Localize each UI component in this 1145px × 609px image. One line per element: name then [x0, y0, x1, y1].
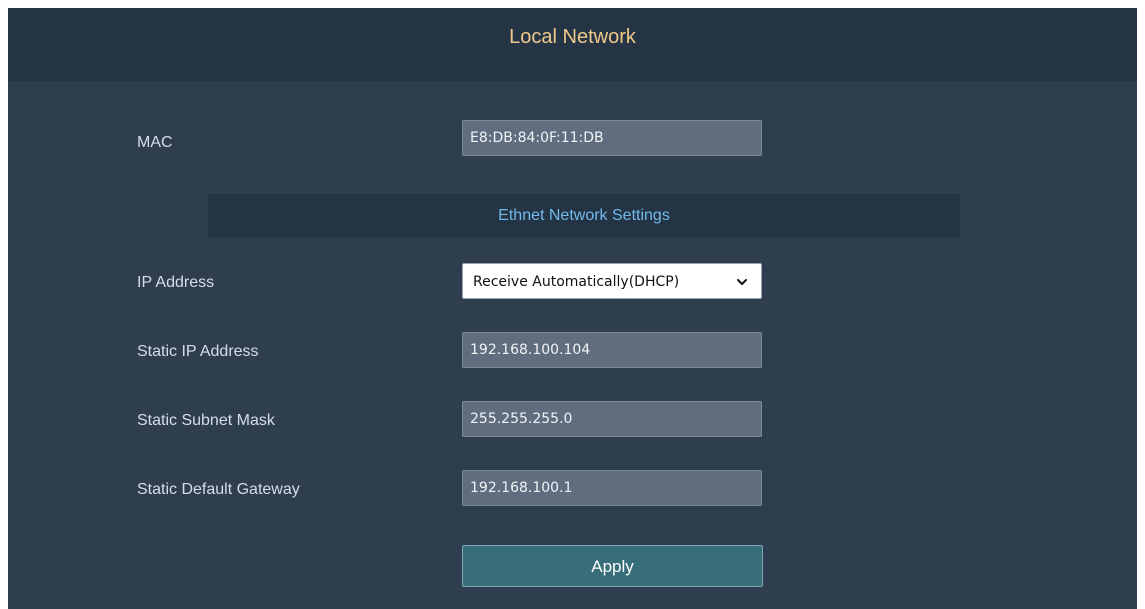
mac-field: E8:DB:84:0F:11:DB: [462, 120, 762, 156]
local-network-panel: Local Network MAC E8:DB:84:0F:11:DB Ethn…: [8, 8, 1137, 609]
ip-address-label: IP Address: [137, 274, 215, 291]
panel-header: Local Network: [8, 8, 1137, 81]
static-ip-address-input[interactable]: [462, 332, 762, 368]
chevron-down-icon: [737, 279, 747, 285]
static-default-gateway-label: Static Default Gateway: [137, 481, 300, 498]
mac-label: MAC: [137, 134, 173, 151]
ip-address-selected-value: Receive Automatically(DHCP): [473, 274, 680, 290]
static-subnet-mask-label: Static Subnet Mask: [137, 412, 275, 429]
section-title: Ethnet Network Settings: [498, 207, 670, 224]
static-subnet-mask-input[interactable]: [462, 401, 762, 437]
apply-button[interactable]: Apply: [462, 545, 763, 587]
static-default-gateway-input[interactable]: [462, 470, 762, 506]
ethernet-settings-section-header: Ethnet Network Settings: [208, 194, 960, 237]
page-title: Local Network: [509, 26, 636, 48]
ip-address-select[interactable]: Receive Automatically(DHCP): [462, 263, 762, 299]
static-ip-address-label: Static IP Address: [137, 343, 259, 360]
